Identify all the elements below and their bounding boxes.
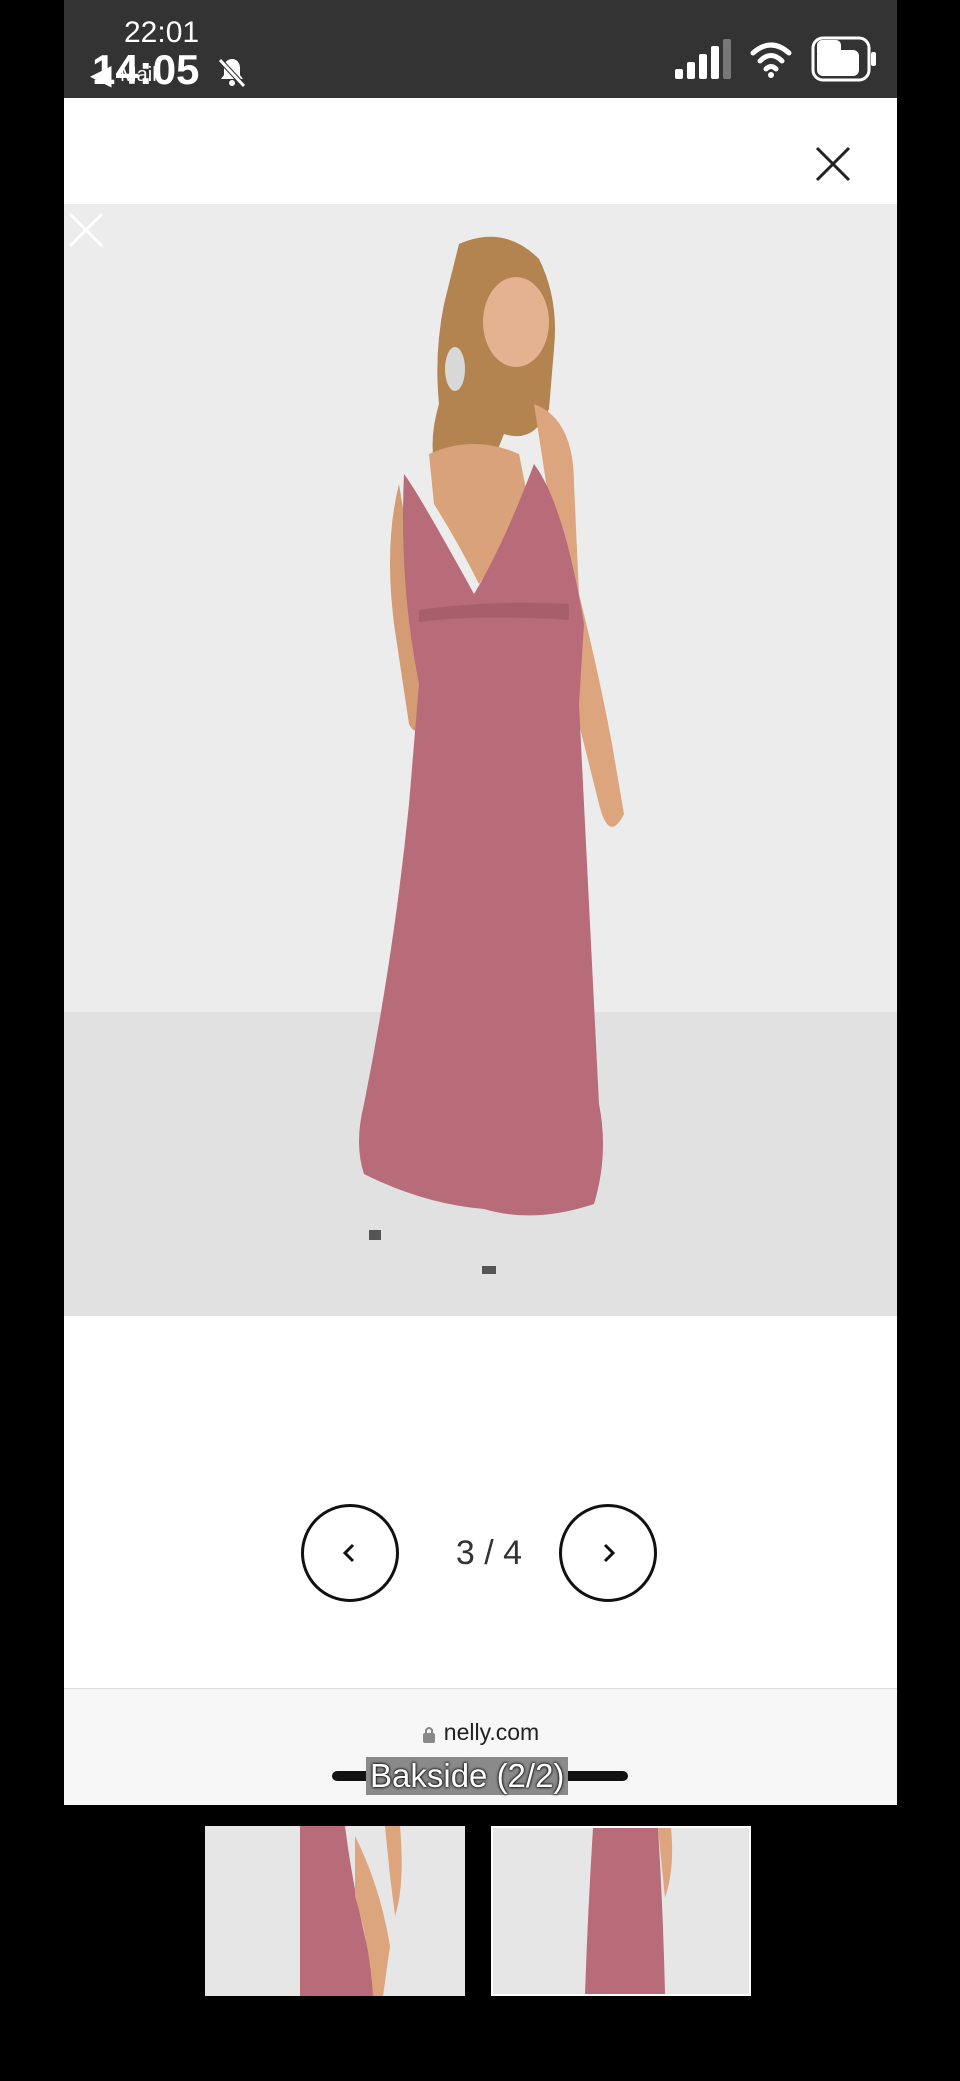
status-bar: 22:01 ◀ Mail 14:05	[64, 0, 897, 98]
thumbnail-1[interactable]	[205, 1826, 465, 1996]
thumbnail-image	[205, 1826, 465, 1996]
lock-icon	[422, 1726, 435, 1743]
url-text: nelly.com	[443, 1719, 540, 1745]
status-time-secondary: 22:01	[124, 16, 200, 49]
previous-image-button[interactable]	[301, 1504, 399, 1602]
battery-icon	[811, 36, 876, 82]
status-time: 14:05	[92, 46, 200, 93]
url-display[interactable]: nelly.com	[64, 1719, 897, 1746]
product-image	[64, 204, 897, 1316]
close-overlay-icon[interactable]	[66, 210, 106, 250]
signal-icon	[675, 39, 731, 79]
image-pager: 3 / 4	[64, 1316, 897, 1688]
next-image-button[interactable]	[559, 1504, 657, 1602]
app-frame: 22:01 ◀ Mail 14:05 3 / 4 nelly.com Baksi…	[64, 0, 897, 1805]
muted-bell-icon	[214, 54, 250, 95]
browser-url-bar[interactable]: nelly.com Bakside (2/2)	[64, 1688, 897, 1805]
viewer-header	[64, 98, 897, 204]
model-illustration	[359, 236, 624, 1274]
wifi-icon	[750, 42, 792, 78]
chevron-left-icon	[342, 1543, 355, 1563]
caption-label: Bakside (2/2)	[366, 1757, 569, 1795]
image-counter: 3 / 4	[455, 1534, 523, 1572]
thumbnail-2[interactable]	[491, 1826, 751, 1996]
close-icon[interactable]	[813, 144, 853, 184]
thumbnail-image	[493, 1828, 749, 1994]
chevron-right-icon	[603, 1543, 616, 1563]
status-icons	[675, 36, 877, 82]
